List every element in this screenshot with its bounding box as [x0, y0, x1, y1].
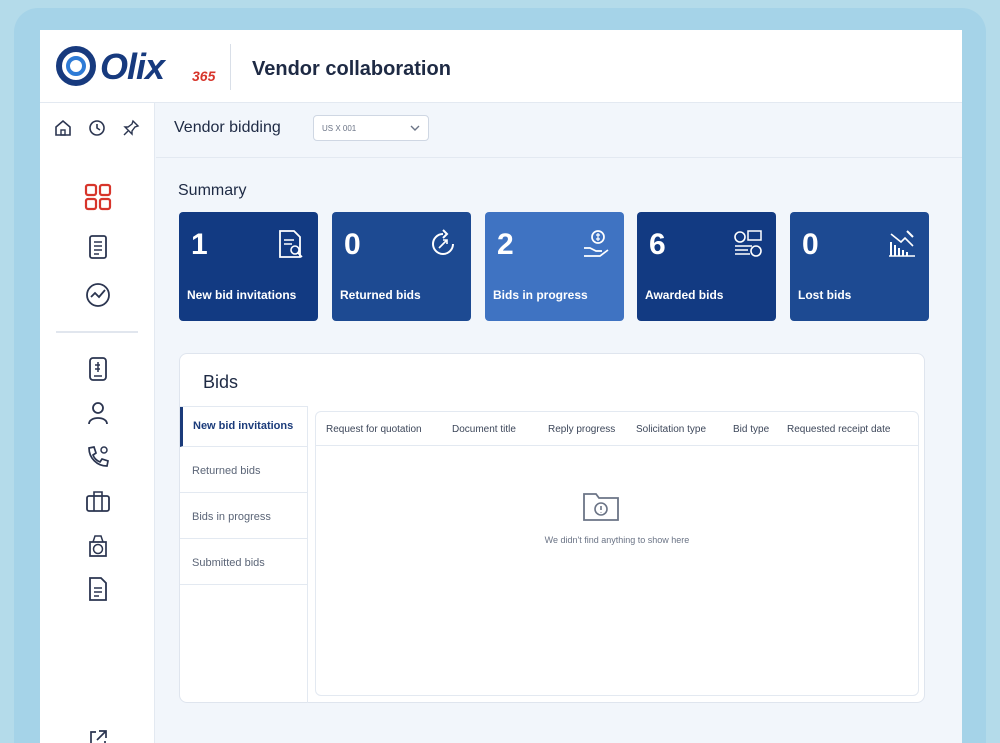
column-header-reply-progress[interactable]: Reply progress [548, 424, 615, 435]
logo-wordmark: Olix [100, 46, 165, 87]
card-lost-bids[interactable]: 0 Lost bids [790, 212, 929, 321]
card-label: New bid invitations [187, 288, 297, 302]
document-list-icon[interactable] [84, 233, 112, 261]
awarded-bid-icon [734, 230, 762, 257]
company-select-value: US X 001 [322, 124, 357, 133]
card-label: Awarded bids [645, 288, 724, 302]
card-value: 0 [344, 228, 361, 261]
sidebar-quick-actions [52, 117, 142, 139]
tab-new-bid-invitations[interactable]: New bid invitations [180, 407, 307, 447]
card-label: Lost bids [798, 288, 852, 302]
money-hand-icon [584, 230, 609, 257]
pin-icon[interactable] [120, 117, 142, 139]
tab-submitted-bids[interactable]: Submitted bids [180, 539, 307, 585]
logo-suffix: 365 [192, 68, 216, 84]
tab-bids-in-progress[interactable]: Bids in progress [180, 493, 307, 539]
payment-icon[interactable] [84, 531, 112, 559]
top-bar: Olix 365 Vendor collaboration [40, 30, 962, 103]
bids-grid: Request for quotation Document title Rep… [315, 411, 919, 696]
analytics-icon[interactable] [84, 281, 112, 309]
column-header-solicitation-type[interactable]: Solicitation type [636, 424, 706, 435]
subheader-bar: Vendor bidding US X 001 [156, 103, 962, 158]
app-window: Olix 365 Vendor collaboration Vendor bid… [40, 30, 962, 743]
returned-bid-icon [432, 229, 454, 255]
card-value: 0 [802, 228, 819, 261]
chevron-down-icon [410, 125, 420, 131]
sidebar-divider [56, 331, 138, 333]
phone-contact-icon[interactable] [84, 443, 112, 471]
card-label: Returned bids [340, 288, 421, 302]
card-value: 1 [191, 228, 208, 261]
empty-folder-icon [583, 493, 619, 521]
external-link-icon[interactable] [84, 725, 112, 743]
column-header-bid-type[interactable]: Bid type [733, 424, 769, 435]
summary-title: Summary [178, 182, 247, 199]
file-text-icon[interactable] [84, 575, 112, 603]
column-header-request-for-quotation[interactable]: Request for quotation [326, 424, 422, 435]
column-header-requested-receipt-date[interactable]: Requested receipt date [787, 424, 890, 435]
recent-clock-icon[interactable] [86, 117, 108, 139]
home-icon[interactable] [52, 117, 74, 139]
briefcase-icon[interactable] [84, 487, 112, 515]
card-new-bid-invitations[interactable]: 1 New bid invitations [179, 212, 318, 321]
company-select[interactable]: US X 001 [313, 115, 429, 141]
bid-invitation-icon [279, 230, 303, 258]
bids-title: Bids [203, 372, 239, 392]
declining-chart-icon [889, 230, 915, 257]
card-label: Bids in progress [493, 288, 588, 302]
card-value: 2 [497, 228, 514, 261]
olix-logo-icon [56, 46, 96, 86]
bids-panel: Bids New bid invitations Returned bids B… [179, 353, 925, 703]
invoice-icon[interactable] [84, 355, 112, 383]
empty-state-message: We didn't find anything to show here [544, 535, 690, 545]
sidebar [40, 103, 155, 743]
header-divider [230, 44, 231, 90]
tab-returned-bids[interactable]: Returned bids [180, 447, 307, 493]
olix-logo[interactable]: Olix 365 [56, 44, 216, 90]
column-header-document-title[interactable]: Document title [452, 424, 516, 435]
page-title: Vendor bidding [174, 119, 281, 136]
card-value: 6 [649, 228, 666, 261]
user-icon[interactable] [84, 399, 112, 427]
bids-tab-list: New bid invitations Returned bids Bids i… [180, 406, 308, 703]
grid-header: Request for quotation Document title Rep… [316, 412, 918, 446]
dashboard-grid-icon[interactable] [84, 183, 112, 211]
card-bids-in-progress[interactable]: 2 Bids in progress [485, 212, 624, 321]
card-awarded-bids[interactable]: 6 Awarded bids [637, 212, 776, 321]
app-title: Vendor collaboration [252, 58, 451, 80]
card-returned-bids[interactable]: 0 Returned bids [332, 212, 471, 321]
